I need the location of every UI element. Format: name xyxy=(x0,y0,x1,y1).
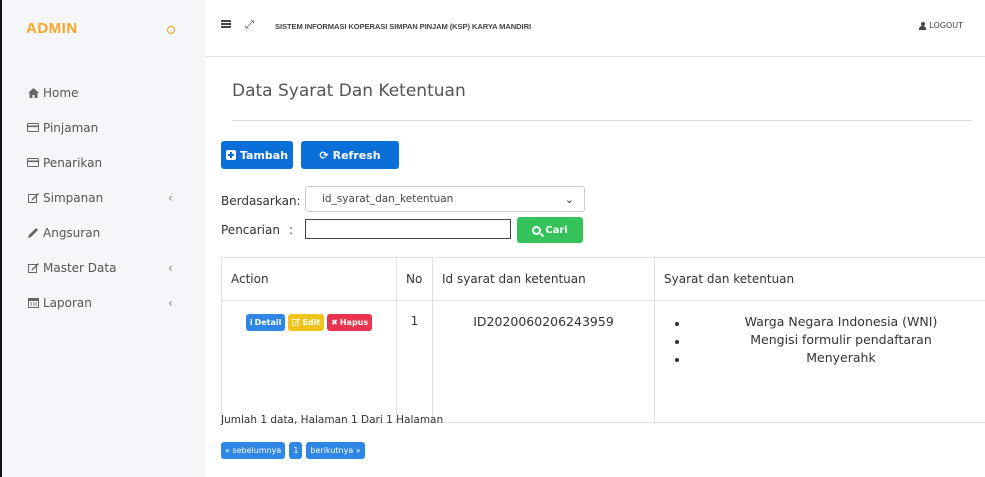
detail-button[interactable]: i Detail xyxy=(245,314,286,331)
hamburger-menu-icon[interactable] xyxy=(221,20,231,28)
table-row: i Detail Edit ✖ Hapus 1 ID20200602062439… xyxy=(221,300,985,423)
logout-link[interactable]: LOGOUT xyxy=(919,21,963,30)
sidebar-item-label: Laporan xyxy=(43,295,92,310)
edit-icon xyxy=(26,262,40,273)
filter-selected-value: id_syarat_dan_ketentuan xyxy=(322,193,454,205)
hapus-button-label: Hapus xyxy=(339,318,369,327)
column-header-id: Id syarat dan ketentuan xyxy=(432,257,655,301)
sidebar-item-penarikan[interactable]: Penarikan xyxy=(2,145,205,180)
sidebar: ADMIN Home Pinjaman Penarikan Simpanan ‹… xyxy=(2,0,205,477)
sidebar-item-label: Home xyxy=(43,85,79,100)
list-item: Warga Negara Indonesia (WNI) xyxy=(667,314,985,332)
search-label-colon: : xyxy=(289,223,294,237)
edit-icon xyxy=(26,192,40,203)
home-icon xyxy=(26,87,40,98)
pagination-next[interactable]: berikutnya » xyxy=(306,442,365,459)
search-icon xyxy=(532,225,542,235)
chevron-down-icon: ⌄ xyxy=(564,193,574,206)
sidebar-item-label: Angsuran xyxy=(43,225,101,240)
id-cell: ID2020060206243959 xyxy=(432,300,655,423)
data-table: Action No Id syarat dan ketentuan Syarat… xyxy=(221,257,985,423)
credit-card-icon xyxy=(26,158,40,167)
sidebar-item-angsuran[interactable]: Angsuran xyxy=(2,215,205,250)
plus-square-icon xyxy=(225,150,236,160)
column-header-no: No xyxy=(396,257,433,301)
action-cell: i Detail Edit ✖ Hapus xyxy=(221,300,397,423)
sidebar-item-master-data[interactable]: Master Data ‹ xyxy=(2,250,205,285)
syarat-list: Warga Negara Indonesia (WNI) Mengisi for… xyxy=(667,314,985,368)
detail-button-label: Detail xyxy=(254,318,282,327)
fullscreen-expand-icon[interactable]: ⤢ xyxy=(245,18,254,32)
sidebar-item-label: Master Data xyxy=(43,260,117,275)
sidebar-item-label: Penarikan xyxy=(43,155,103,170)
search-label: Pencarian : xyxy=(221,223,293,237)
edit-icon xyxy=(292,317,301,328)
credit-card-icon xyxy=(26,123,40,132)
divider xyxy=(232,120,972,121)
calendar-icon xyxy=(26,297,40,308)
list-item: Mengisi formulir pendaftaran xyxy=(667,332,985,350)
refresh-button-label: Refresh xyxy=(332,148,381,162)
sidebar-item-home[interactable]: Home xyxy=(2,75,205,110)
sidebar-item-simpanan[interactable]: Simpanan ‹ xyxy=(2,180,205,215)
window-edge xyxy=(0,0,2,477)
pencil-icon xyxy=(26,227,40,238)
column-header-action: Action xyxy=(221,257,397,301)
chevron-left-icon: ‹ xyxy=(168,190,173,205)
edit-button-label: Edit xyxy=(302,318,321,327)
close-icon: ✖ xyxy=(331,318,338,327)
edit-button[interactable]: Edit xyxy=(288,314,325,331)
filter-select[interactable]: id_syarat_dan_ketentuan ⌄ xyxy=(305,186,585,212)
sidebar-menu: Home Pinjaman Penarikan Simpanan ‹ Angsu… xyxy=(2,57,205,320)
user-icon xyxy=(919,21,927,30)
refresh-icon: ⟳ xyxy=(319,148,329,162)
page-title: Data Syarat Dan Ketentuan xyxy=(232,81,466,101)
logout-label: LOGOUT xyxy=(929,21,963,30)
sidebar-item-laporan[interactable]: Laporan ‹ xyxy=(2,285,205,320)
refresh-button[interactable]: ⟳ Refresh xyxy=(301,141,399,169)
cari-button[interactable]: Cari xyxy=(517,217,583,243)
search-input[interactable] xyxy=(305,219,511,239)
search-label-text: Pencarian xyxy=(221,223,280,237)
chevron-left-icon: ‹ xyxy=(168,260,173,275)
tambah-button[interactable]: Tambah xyxy=(221,141,293,169)
pagination-prev[interactable]: « sebelumnya xyxy=(221,442,286,459)
sidebar-item-label: Simpanan xyxy=(43,190,104,205)
hapus-button[interactable]: ✖ Hapus xyxy=(327,314,373,331)
pagination-summary: Jumlah 1 data, Halaman 1 Dari 1 Halaman xyxy=(221,414,444,426)
column-header-syarat: Syarat dan ketentuan xyxy=(654,257,985,301)
table-header-row: Action No Id syarat dan ketentuan Syarat… xyxy=(221,257,985,301)
cari-button-label: Cari xyxy=(545,224,568,236)
list-item: Menyerahk xyxy=(667,350,985,368)
brand-title: ADMIN xyxy=(26,20,78,37)
pagination: « sebelumnya 1 berikutnya » xyxy=(221,442,365,459)
syarat-cell: Warga Negara Indonesia (WNI) Mengisi for… xyxy=(654,300,985,423)
info-icon: i xyxy=(249,318,253,327)
filter-label: Berdasarkan: xyxy=(221,194,301,208)
sidebar-item-label: Pinjaman xyxy=(43,120,99,135)
no-cell: 1 xyxy=(396,300,433,423)
sidebar-toggle-circle-icon[interactable] xyxy=(167,26,175,34)
system-title: SISTEM INFORMASI KOPERASI SIMPAN PINJAM … xyxy=(275,22,531,31)
tambah-button-label: Tambah xyxy=(239,148,289,162)
pagination-page-1[interactable]: 1 xyxy=(289,442,303,459)
sidebar-item-pinjaman[interactable]: Pinjaman xyxy=(2,110,205,145)
chevron-left-icon: ‹ xyxy=(168,295,173,310)
top-navbar: ⤢ SISTEM INFORMASI KOPERASI SIMPAN PINJA… xyxy=(205,0,985,57)
